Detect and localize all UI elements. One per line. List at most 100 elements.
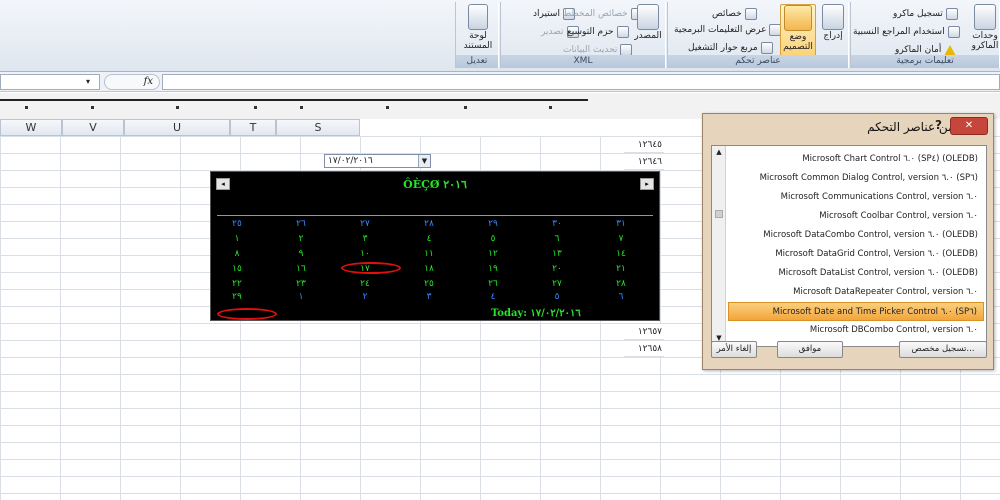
macros-label: وحدات الماكرو xyxy=(971,31,999,51)
calendar-day[interactable]: ١٢ xyxy=(473,249,513,259)
calendar-day[interactable]: ٧ xyxy=(601,234,641,244)
formula-input[interactable] xyxy=(162,74,1000,90)
calendar-day[interactable]: ٩ xyxy=(281,249,321,259)
column-header-v[interactable]: V xyxy=(62,119,124,136)
calendar-day[interactable]: ٣١ xyxy=(601,219,641,229)
calendar-day[interactable]: ٢٨ xyxy=(601,279,641,289)
name-box-dropdown-icon[interactable]: ▾ xyxy=(86,77,90,86)
help-icon[interactable]: ? xyxy=(935,118,942,132)
calendar-day[interactable]: ١ xyxy=(217,234,257,244)
calendar-day[interactable]: ١٥ xyxy=(217,264,257,274)
control-list-item[interactable]: Microsoft Common Dialog Control, version… xyxy=(728,169,984,188)
expansion-packs-button[interactable]: حزم التوسيع xyxy=(567,24,629,40)
design-mode-button[interactable]: وضع التصميم xyxy=(780,4,816,56)
outline-dot[interactable] xyxy=(91,106,94,109)
calendar-day[interactable]: ٣ xyxy=(345,234,385,244)
date-picker-dropdown-icon[interactable]: ▼ xyxy=(418,155,430,167)
calendar-day[interactable]: ٢٨ xyxy=(409,219,449,229)
calendar-control[interactable]: ◂ ▸ ÔÈÇØ ٢٠١٦ ٢٥ ٢٦ ٢٧ ٢٨ ٢٩ ٣٠ ٣١ ١ ٢ ٣ ٤ ٥ ٦ ٧ ٨ ٩ ١٠ ١… xyxy=(210,171,660,321)
calendar-day[interactable]: ٣ xyxy=(409,292,449,302)
macros-button[interactable]: وحدات الماكرو xyxy=(969,4,1000,51)
outline-dot[interactable] xyxy=(176,106,179,109)
calendar-day[interactable]: ٢٩ xyxy=(217,292,257,302)
outline-dot[interactable] xyxy=(25,106,28,109)
calendar-day[interactable]: ٢٥ xyxy=(409,279,449,289)
calendar-today-label[interactable]: Today: ١٧/٠٢/٢٠١٦ xyxy=(491,308,581,319)
calendar-day[interactable]: ٢٩ xyxy=(473,219,513,229)
column-header-s[interactable]: S xyxy=(276,119,360,136)
cancel-button[interactable]: إلغاء الأمر xyxy=(711,341,757,358)
close-button[interactable]: ✕ xyxy=(950,117,988,135)
calendar-day[interactable]: ٥ xyxy=(537,292,577,302)
cell-value[interactable]: ١٢٦٥٧ xyxy=(624,324,664,340)
column-header-u[interactable]: U xyxy=(124,119,230,136)
record-macro-button[interactable]: تسجيل ماكرو xyxy=(893,6,958,22)
calendar-day[interactable]: ٢ xyxy=(281,234,321,244)
calendar-day[interactable]: ٢٠ xyxy=(537,264,577,274)
scroll-thumb[interactable] xyxy=(715,210,723,218)
calendar-day[interactable]: ١٦ xyxy=(281,264,321,274)
calendar-day[interactable]: ٦ xyxy=(537,234,577,244)
calendar-day[interactable]: ٢ xyxy=(345,292,385,302)
outline-dot[interactable] xyxy=(464,106,467,109)
calendar-day[interactable]: ٢٣ xyxy=(281,279,321,289)
calendar-day[interactable]: ١ xyxy=(281,292,321,302)
control-list-item[interactable]: Microsoft Coolbar Control, version ٦.٠ xyxy=(728,207,984,226)
calendar-day[interactable]: ٥ xyxy=(473,234,513,244)
expansion-packs-icon xyxy=(616,26,629,38)
calendar-day[interactable]: ٣٠ xyxy=(537,219,577,229)
calendar-day[interactable]: ٤ xyxy=(409,234,449,244)
ok-button[interactable]: موافق xyxy=(777,341,843,358)
calendar-day[interactable]: ١٠ xyxy=(345,249,385,259)
calendar-day[interactable]: ٢٥ xyxy=(217,219,257,229)
calendar-day[interactable]: ١٣ xyxy=(537,249,577,259)
calendar-day[interactable]: ١٨ xyxy=(409,264,449,274)
control-list-item[interactable]: Microsoft DataList Control, version ٦.٠ … xyxy=(728,264,984,283)
calendar-day[interactable]: ٨ xyxy=(217,249,257,259)
control-list-item[interactable]: Microsoft Date and Time Picker Control ٦… xyxy=(728,302,984,321)
column-header-w[interactable]: W xyxy=(0,119,62,136)
column-header-t[interactable]: T xyxy=(230,119,276,136)
outline-dot[interactable] xyxy=(254,106,257,109)
control-list-item[interactable]: Microsoft Chart Control ٦.٠ (SP٤) (OLEDB… xyxy=(728,150,984,169)
control-list-item[interactable]: Microsoft DBCombo Control, version ٦.٠ xyxy=(728,321,984,340)
view-code-button[interactable]: عرض التعليمات البرمجية xyxy=(674,22,782,38)
properties-button[interactable]: خصائص xyxy=(712,6,757,22)
scroll-up-icon[interactable]: ▲ xyxy=(714,148,724,158)
control-list-item[interactable]: Microsoft DataCombo Control, version ٦.٠… xyxy=(728,226,984,245)
calendar-day[interactable]: ٦ xyxy=(601,292,641,302)
cell-value[interactable]: ١٢٦٤٦ xyxy=(624,154,664,170)
date-picker-control[interactable]: ١٧/٠٢/٢٠١٦ ▼ xyxy=(324,154,431,168)
insert-control-button[interactable]: إدراج xyxy=(818,4,848,41)
document-panel-button[interactable]: لوحة المستند xyxy=(460,4,496,51)
control-list-item[interactable]: Microsoft Communications Control, versio… xyxy=(728,188,984,207)
calendar-day[interactable]: ٢٤ xyxy=(345,279,385,289)
document-panel-icon xyxy=(468,4,488,30)
group-code: تسجيل ماكرو استخدام المراجع النسبية أمان… xyxy=(850,2,1000,68)
calendar-day[interactable]: ٢١ xyxy=(601,264,641,274)
calendar-day[interactable]: ٢٧ xyxy=(537,279,577,289)
insert-function-button[interactable]: fx xyxy=(104,74,160,90)
control-list-item[interactable]: Microsoft DataGrid Control, Version ٦.٠ … xyxy=(728,245,984,264)
calendar-day[interactable]: ٢٦ xyxy=(473,279,513,289)
calendar-day[interactable]: ١١ xyxy=(409,249,449,259)
outline-dot[interactable] xyxy=(549,106,552,109)
cell-value[interactable]: ١٢٦٥٨ xyxy=(624,341,664,357)
cell-value[interactable]: ١٢٦٤٥ xyxy=(624,137,664,153)
relative-refs-button[interactable]: استخدام المراجع النسبية xyxy=(853,24,960,40)
calendar-day[interactable]: ٤ xyxy=(473,292,513,302)
register-custom-button[interactable]: تسجيل مخصص... xyxy=(899,341,987,358)
listbox-scrollbar[interactable]: ▲ ▼ xyxy=(712,146,726,346)
calendar-day[interactable]: ١٤ xyxy=(601,249,641,259)
calendar-day[interactable]: ١٩ xyxy=(473,264,513,274)
outline-dot[interactable] xyxy=(300,106,303,109)
source-button[interactable]: المصدر xyxy=(631,4,665,41)
outline-dot[interactable] xyxy=(386,106,389,109)
calendar-day[interactable]: ٢٧ xyxy=(345,219,385,229)
control-list-item[interactable]: Microsoft DataRepeater Control, version … xyxy=(728,283,984,302)
name-box[interactable] xyxy=(0,74,100,90)
controls-listbox[interactable]: ▲ ▼ Microsoft Chart Control ٦.٠ (SP٤) (O… xyxy=(711,145,987,347)
calendar-day[interactable]: ٢٦ xyxy=(281,219,321,229)
calendar-day[interactable]: ٢٢ xyxy=(217,279,257,289)
run-dialog-button[interactable]: مربع حوار التشغيل xyxy=(688,40,773,56)
